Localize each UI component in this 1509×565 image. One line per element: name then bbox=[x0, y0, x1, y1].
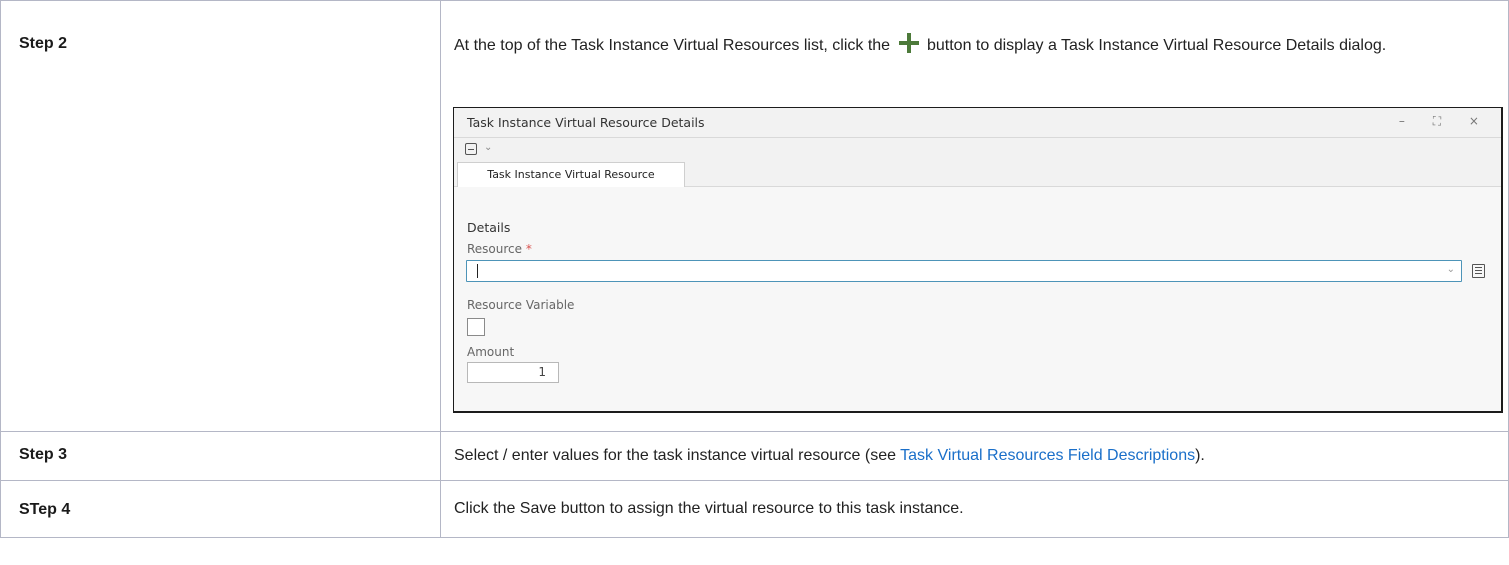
chevron-down-icon[interactable]: ⌄ bbox=[484, 142, 492, 153]
step-text-after: button to display a Task Instance Virtua… bbox=[926, 37, 1387, 54]
tab-bar: Task Instance Virtual Resource bbox=[454, 162, 1501, 187]
step-text-before: At the top of the Task Instance Virtual … bbox=[454, 37, 891, 54]
resource-variable-label: Resource Variable bbox=[467, 298, 575, 312]
field-descriptions-link[interactable]: Task Virtual Resources Field Description… bbox=[900, 447, 1195, 464]
amount-input[interactable]: 1 bbox=[467, 362, 559, 383]
step-label-cell: Step 2 bbox=[0, 0, 441, 432]
plus-icon bbox=[898, 33, 919, 53]
step-label: Step 3 bbox=[19, 446, 68, 463]
amount-label: Amount bbox=[467, 345, 515, 359]
text-cursor bbox=[477, 264, 478, 278]
step-text-after: ). bbox=[1195, 447, 1205, 464]
step-body-cell: Click the Save button to assign the virt… bbox=[440, 480, 1509, 538]
window-controls[interactable]: – ⛶ × bbox=[1399, 114, 1491, 129]
dialog-title: Task Instance Virtual Resource Details bbox=[467, 115, 705, 130]
section-title: Details bbox=[467, 220, 511, 235]
step-row: STep 4 Click the Save button to assign t… bbox=[0, 480, 1509, 538]
resource-label-text: Resource bbox=[467, 242, 523, 256]
step-label: STep 4 bbox=[19, 501, 71, 518]
step-instructions: Select / enter values for the task insta… bbox=[441, 432, 1508, 465]
step-text-before: Select / enter values for the task insta… bbox=[454, 447, 901, 464]
resource-details-dialog: Task Instance Virtual Resource Details –… bbox=[453, 107, 1503, 413]
chevron-down-icon[interactable]: ⌄ bbox=[1447, 264, 1455, 275]
step-body-cell: Select / enter values for the task insta… bbox=[440, 431, 1509, 481]
required-mark: * bbox=[525, 242, 532, 256]
list-icon[interactable] bbox=[1472, 264, 1485, 278]
amount-value: 1 bbox=[538, 365, 546, 379]
resource-label: Resource * bbox=[467, 242, 532, 256]
step-label-cell: Step 3 bbox=[0, 431, 441, 481]
tab-task-instance-virtual-resource[interactable]: Task Instance Virtual Resource bbox=[457, 162, 685, 187]
resource-variable-checkbox[interactable] bbox=[467, 318, 485, 336]
step-label-cell: STep 4 bbox=[0, 480, 441, 538]
step-row: Step 3 Select / enter values for the tas… bbox=[0, 431, 1509, 481]
step-instructions: Click the Save button to assign the virt… bbox=[454, 500, 964, 517]
step-label: Step 2 bbox=[19, 35, 68, 52]
dialog-toolbar: ⌄ bbox=[454, 138, 1501, 162]
dialog-title-bar: Task Instance Virtual Resource Details –… bbox=[454, 108, 1501, 138]
step-instructions: At the top of the Task Instance Virtual … bbox=[441, 1, 1508, 55]
save-icon[interactable] bbox=[465, 143, 477, 155]
resource-input[interactable]: ⌄ bbox=[466, 260, 1462, 282]
